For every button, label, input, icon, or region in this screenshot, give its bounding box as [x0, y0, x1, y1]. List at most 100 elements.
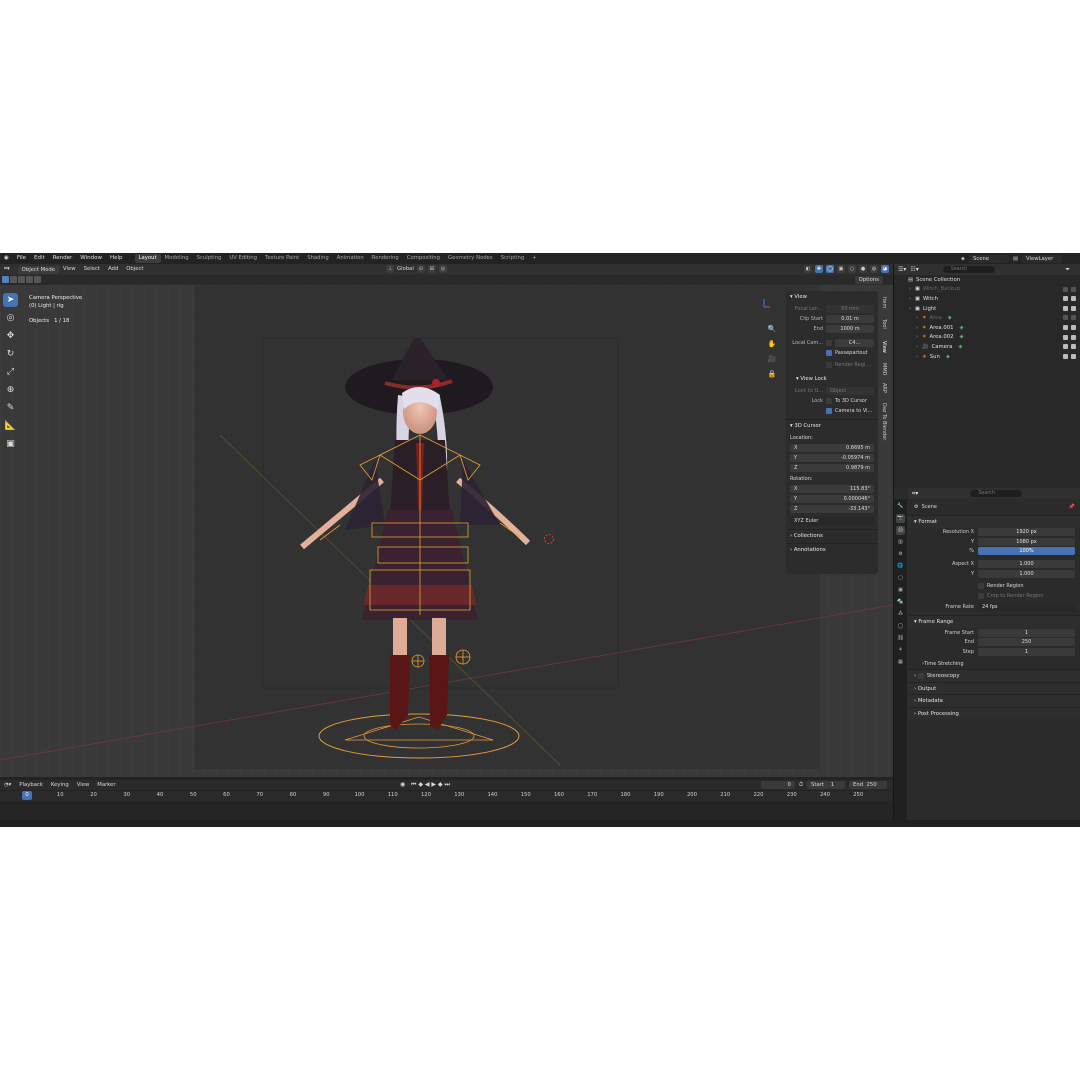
jump-end-icon[interactable]: ⏭ [445, 781, 450, 788]
stereoscopy-panel-header[interactable]: › Stereoscopy [908, 669, 1080, 682]
light-data-icon[interactable]: ◈ [948, 315, 952, 321]
lock-icon[interactable]: 🔒 [767, 368, 777, 380]
light-data-icon[interactable]: ◈ [959, 334, 963, 340]
render-properties-icon[interactable]: 📷 [896, 514, 905, 523]
scene-properties-icon[interactable]: ⚙ [896, 550, 905, 559]
tab-geometry-nodes[interactable]: Geometry Nodes [444, 254, 497, 263]
menu-marker[interactable]: Marker [93, 780, 119, 790]
playhead[interactable]: 0 [22, 791, 32, 800]
tab-modeling[interactable]: Modeling [161, 254, 193, 263]
material-shading-icon[interactable]: ◍ [870, 265, 878, 273]
frame-rate-dropdown[interactable]: 24 fps [978, 603, 1075, 612]
zoom-icon[interactable]: 🔍 [767, 323, 777, 335]
wireframe-shading-icon[interactable]: ○ [848, 265, 856, 273]
display-mode-icon[interactable]: ☷▾ [910, 266, 918, 273]
sidebar-tab-mmd[interactable]: MMD [881, 363, 887, 375]
eye-icon[interactable] [1063, 286, 1068, 292]
start-frame-field[interactable]: Start 1 [807, 781, 845, 789]
lock-to-object-field[interactable]: Object [826, 387, 874, 395]
cursor-location-y-field[interactable]: Y -0.05974 m [790, 454, 874, 462]
outliner-item[interactable]: › ✶ Area ◈ [894, 313, 1080, 323]
properties-editor-type-icon[interactable]: ⌗▾ [912, 490, 918, 498]
solid-shading-icon[interactable]: ● [859, 265, 867, 273]
render-region-prop-checkbox[interactable] [978, 583, 984, 590]
camera-render-icon[interactable] [1071, 353, 1076, 359]
view-layer-properties-icon[interactable]: ▥ [896, 538, 905, 547]
tab-compositing[interactable]: Compositing [403, 254, 444, 263]
filter-icon[interactable]: ⏷ [1065, 266, 1080, 274]
post-processing-panel-header[interactable]: › Post Processing [908, 706, 1080, 720]
world-properties-icon[interactable]: 🌐 [896, 562, 905, 571]
play-reverse-icon[interactable]: ◀ [425, 781, 430, 788]
cursor-location-z-field[interactable]: Z 0.9879 m [790, 464, 874, 472]
properties-search-input[interactable]: Search [970, 490, 1023, 497]
clip-end-field[interactable]: 1000 m [826, 325, 874, 333]
physics-properties-icon[interactable]: ◯ [896, 622, 905, 631]
outliner-item[interactable]: › ☀ Sun ◈ [894, 352, 1080, 362]
menu-keying[interactable]: Keying [47, 780, 73, 790]
annotate-tool-icon[interactable]: ✎ [3, 401, 18, 415]
eye-icon[interactable] [1063, 296, 1068, 302]
annotations-header[interactable]: › Annotations [786, 543, 878, 557]
cursor-rotation-y-field[interactable]: Y 0.000046° [790, 495, 874, 503]
menu-timeline-view[interactable]: View [73, 780, 94, 790]
cursor-rotation-x-field[interactable]: X 115.83° [790, 485, 874, 493]
pivot-icon[interactable]: ⊙ [416, 265, 425, 273]
camera-render-icon[interactable] [1071, 315, 1076, 321]
object-mode-dropdown[interactable]: Object Mode [17, 265, 60, 274]
outliner-editor-type-icon[interactable]: ☰▾ [898, 266, 906, 273]
cursor-location-x-field[interactable]: X 0.6695 m [790, 444, 874, 452]
outliner-item[interactable]: › ✶ Area.002 ◈ [894, 333, 1080, 343]
tab-sculpting[interactable]: Sculpting [193, 254, 226, 263]
select-mode-set-icon[interactable] [2, 276, 9, 283]
snap-icon[interactable]: ⊞ [427, 265, 436, 273]
menu-help[interactable]: Help [106, 253, 127, 264]
outliner-item[interactable]: › ▣ Light [894, 304, 1080, 314]
outliner-item[interactable]: › ▣ Witch [894, 294, 1080, 304]
to-3d-cursor-checkbox[interactable] [826, 398, 832, 404]
resolution-x-field[interactable]: 1920 px [978, 528, 1075, 537]
rotation-mode-dropdown[interactable]: XYZ Euler [790, 517, 874, 525]
focal-length-field[interactable]: 50 mm [826, 305, 874, 313]
output-panel-header[interactable]: › Output [908, 681, 1080, 695]
outliner-item[interactable]: › ▣ Witch_Backup [894, 285, 1080, 295]
local-camera-field[interactable]: C4... [835, 339, 874, 347]
add-cube-tool-icon[interactable]: ▣ [3, 437, 18, 451]
current-frame-field[interactable]: 0 [760, 781, 795, 789]
select-tool-icon[interactable]: ➤ [3, 293, 18, 307]
outliner-search-input[interactable]: Search [942, 266, 995, 273]
frame-end-field[interactable]: 250 [978, 638, 1075, 647]
tab-rendering[interactable]: Rendering [368, 254, 403, 263]
clip-start-field[interactable]: 0.01 m [826, 315, 874, 323]
outliner-item[interactable]: ▤ Scene Collection [894, 275, 1080, 285]
menu-add[interactable]: Add [104, 264, 122, 275]
passepartout-checkbox[interactable] [826, 350, 832, 356]
eye-icon[interactable] [1063, 315, 1068, 321]
sidebar-tab-item[interactable]: Item [881, 297, 887, 308]
collections-header[interactable]: › Collections [786, 529, 878, 543]
auto-key-icon[interactable]: ◉ [400, 781, 405, 788]
menu-render[interactable]: Render [49, 253, 77, 264]
camera-render-icon[interactable] [1071, 334, 1076, 340]
aspect-x-field[interactable]: 1.000 [978, 560, 1075, 569]
add-workspace-icon[interactable]: + [528, 254, 540, 263]
object-properties-icon[interactable]: ▣ [896, 586, 905, 595]
light-data-icon[interactable]: ◈ [959, 325, 963, 331]
texture-properties-icon[interactable]: ▦ [896, 658, 905, 667]
menu-file[interactable]: File [13, 253, 30, 264]
frame-start-field[interactable]: 1 [978, 628, 1075, 637]
xray-icon[interactable]: ▣ [837, 265, 845, 273]
tool-properties-icon[interactable]: 🔧 [896, 502, 905, 511]
output-properties-icon[interactable]: 🖨 [896, 526, 905, 535]
scene-field[interactable]: Scene [968, 254, 1009, 263]
timeline-editor-type-icon[interactable]: ◔▾ [0, 780, 15, 790]
eye-icon[interactable] [1063, 353, 1068, 359]
cursor-rotation-z-field[interactable]: Z -33.143° [790, 505, 874, 513]
tab-texture-paint[interactable]: Texture Paint [261, 254, 303, 263]
menu-view[interactable]: View [59, 264, 80, 275]
play-icon[interactable]: ▶ [431, 781, 436, 788]
aspect-y-field[interactable]: 1.000 [978, 569, 1075, 578]
proportional-edit-icon[interactable]: ◎ [438, 265, 447, 273]
eye-icon[interactable] [1063, 334, 1068, 340]
measure-tool-icon[interactable]: 📐 [3, 419, 18, 433]
